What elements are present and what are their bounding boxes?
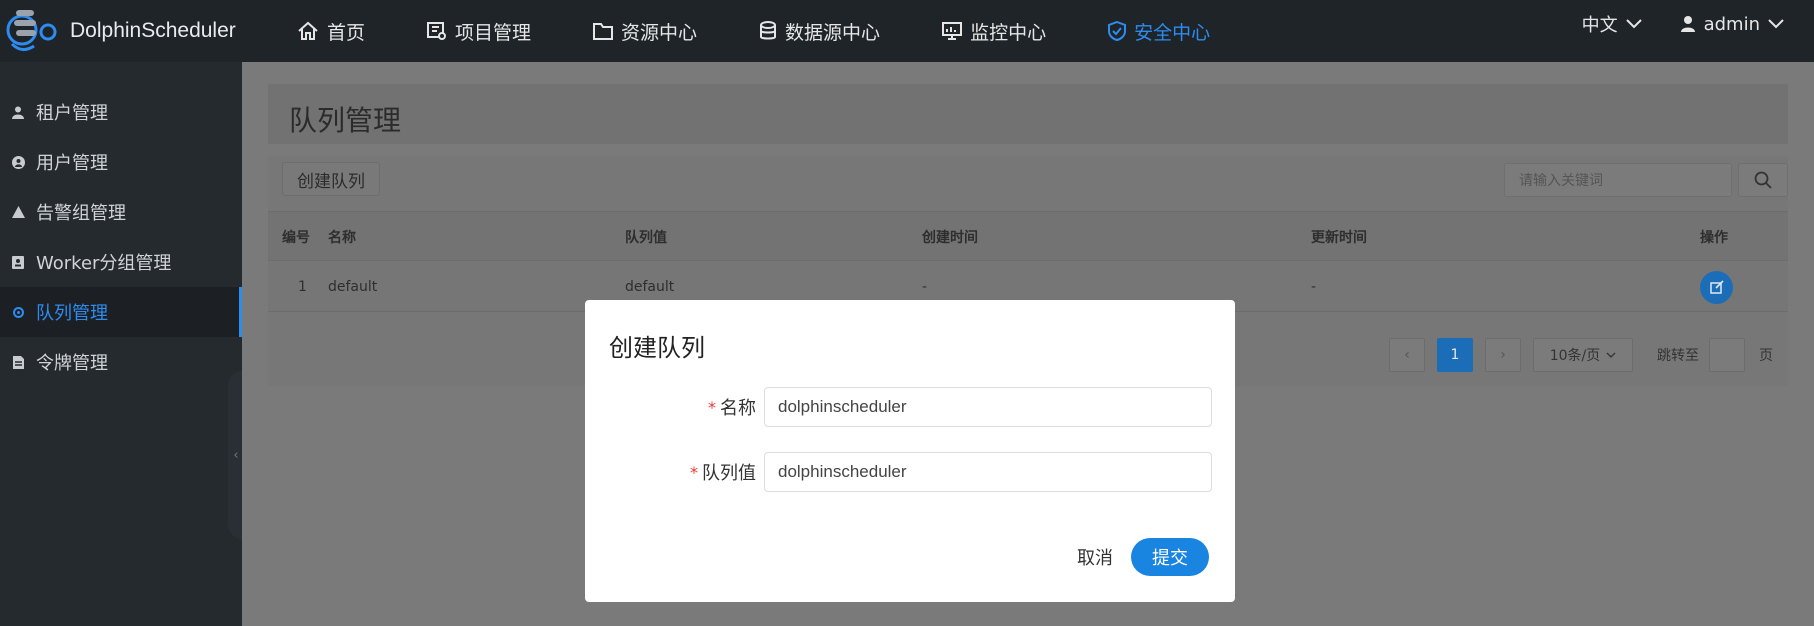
- edit-button[interactable]: [1700, 270, 1733, 304]
- brand-name: DolphinScheduler: [70, 19, 236, 42]
- sidebar-item-label: 告警组管理: [36, 203, 126, 224]
- next-page-button[interactable]: ›: [1485, 338, 1521, 372]
- goto-page-input[interactable]: [1709, 338, 1745, 372]
- sidebar-item-tenant[interactable]: 租户管理: [0, 87, 242, 137]
- queue-field-label: * 队列值: [690, 452, 756, 492]
- name-label-text: 名称: [720, 398, 756, 419]
- sidebar-item-label: 用户管理: [36, 153, 108, 174]
- row-id: 1: [298, 279, 307, 295]
- submit-button[interactable]: 提交: [1131, 538, 1209, 576]
- dolphin-logo-icon: [6, 6, 62, 56]
- chevron-left-icon: ‹: [233, 447, 239, 463]
- search-icon: [1754, 171, 1772, 189]
- cancel-button[interactable]: 取消: [1065, 538, 1125, 576]
- main-nav: 首页 项目管理 资源中心 数据源中心 监控中心 安全中心: [297, 0, 1272, 62]
- chevron-down-icon: [1625, 19, 1642, 29]
- dialog-title: 创建队列: [609, 334, 705, 362]
- sidebar-item-label: 令牌管理: [36, 353, 108, 374]
- edit-icon: [1709, 280, 1724, 294]
- row-actions: [1700, 262, 1733, 312]
- sidebar-item-alert-group[interactable]: 告警组管理: [0, 187, 242, 237]
- logo[interactable]: DolphinScheduler: [0, 0, 260, 62]
- id-card-icon: [10, 255, 26, 269]
- prev-page-button[interactable]: ‹: [1389, 338, 1425, 372]
- user-icon: [10, 106, 26, 119]
- column-header-actions: 操作: [1700, 230, 1728, 246]
- top-right-menu: 中文 admin: [1582, 0, 1814, 48]
- top-navbar: DolphinScheduler 首页 项目管理 资源中心 数据源中心 监控中心…: [0, 0, 1814, 62]
- sidebar-item-worker-group[interactable]: Worker分组管理: [0, 237, 242, 287]
- user-dropdown[interactable]: admin: [1680, 14, 1784, 35]
- row-updated: -: [1311, 279, 1317, 295]
- sidebar-item-label: 队列管理: [36, 303, 108, 324]
- sidebar-item-users[interactable]: 用户管理: [0, 137, 242, 187]
- sidebar-item-label: Worker分组管理: [36, 253, 172, 274]
- column-header-queue: 队列值: [625, 230, 667, 246]
- create-queue-dialog: 创建队列 * 名称 * 队列值 取消 提交: [585, 300, 1235, 602]
- column-header-created: 创建时间: [922, 230, 978, 246]
- chevron-down-icon: [1606, 352, 1616, 358]
- page-unit-label: 页: [1759, 348, 1773, 364]
- page-size-select[interactable]: 10条/页: [1533, 338, 1633, 372]
- nav-datasource-label: 数据源中心: [785, 21, 881, 44]
- column-header-updated: 更新时间: [1311, 230, 1367, 246]
- warning-icon: [10, 206, 26, 218]
- nav-monitor-label: 监控中心: [970, 21, 1047, 44]
- monitor-icon: [942, 22, 963, 40]
- required-mark: *: [708, 397, 716, 417]
- database-icon: [759, 21, 777, 41]
- sidebar-item-label: 租户管理: [36, 103, 108, 124]
- language-dropdown[interactable]: 中文: [1582, 11, 1642, 37]
- goto-label: 跳转至: [1657, 348, 1699, 364]
- nav-resources-label: 资源中心: [621, 21, 698, 44]
- user-icon: [1680, 15, 1696, 33]
- sidebar-item-queue[interactable]: 队列管理: [0, 287, 242, 337]
- nav-security-label: 安全中心: [1134, 21, 1211, 44]
- document-icon: [10, 355, 26, 369]
- title-bar: [268, 84, 1788, 144]
- page-size-label: 10条/页: [1549, 348, 1601, 364]
- language-label: 中文: [1581, 15, 1618, 36]
- nav-home-label: 首页: [327, 21, 366, 44]
- chevron-down-icon: [1768, 19, 1784, 29]
- folder-icon: [593, 22, 614, 40]
- chevron-left-icon: ‹: [1404, 347, 1410, 363]
- queue-value-input[interactable]: [764, 452, 1212, 492]
- user-circle-icon: [10, 155, 26, 169]
- nav-resources[interactable]: 资源中心: [593, 0, 697, 62]
- row-name: default: [328, 279, 378, 295]
- name-input[interactable]: [764, 387, 1212, 427]
- required-mark: *: [690, 462, 698, 482]
- project-icon: [427, 22, 447, 40]
- nav-datasource[interactable]: 数据源中心: [759, 0, 880, 62]
- queue-label-text: 队列值: [702, 463, 756, 484]
- sidebar-item-token[interactable]: 令牌管理: [0, 337, 242, 387]
- chevron-right-icon: ›: [1500, 347, 1506, 363]
- sidebar: 租户管理 用户管理 告警组管理 Worker分组管理 队列管理 令牌管理: [0, 62, 242, 626]
- column-header-id: 编号: [282, 230, 310, 246]
- column-header-name: 名称: [328, 230, 356, 246]
- search-button[interactable]: [1738, 163, 1788, 197]
- create-queue-button[interactable]: 创建队列: [282, 162, 380, 196]
- nav-security[interactable]: 安全中心: [1108, 0, 1210, 62]
- shield-icon: [1108, 21, 1127, 41]
- queue-icon: [10, 306, 26, 319]
- table-header: 编号 名称 队列值 创建时间 更新时间 操作: [268, 211, 1788, 261]
- name-field-label: * 名称: [708, 387, 756, 427]
- nav-home[interactable]: 首页: [297, 0, 365, 62]
- nav-projects-label: 项目管理: [455, 21, 532, 44]
- home-icon: [297, 21, 319, 41]
- nav-monitor[interactable]: 监控中心: [942, 0, 1046, 62]
- page-title: 队列管理: [289, 104, 402, 137]
- pagination: ‹ 1 › 10条/页 跳转至 页: [1389, 338, 1773, 372]
- page-number[interactable]: 1: [1437, 338, 1473, 372]
- search-input[interactable]: 请输入关键词: [1504, 163, 1732, 197]
- nav-projects[interactable]: 项目管理: [427, 0, 531, 62]
- user-name: admin: [1703, 13, 1760, 35]
